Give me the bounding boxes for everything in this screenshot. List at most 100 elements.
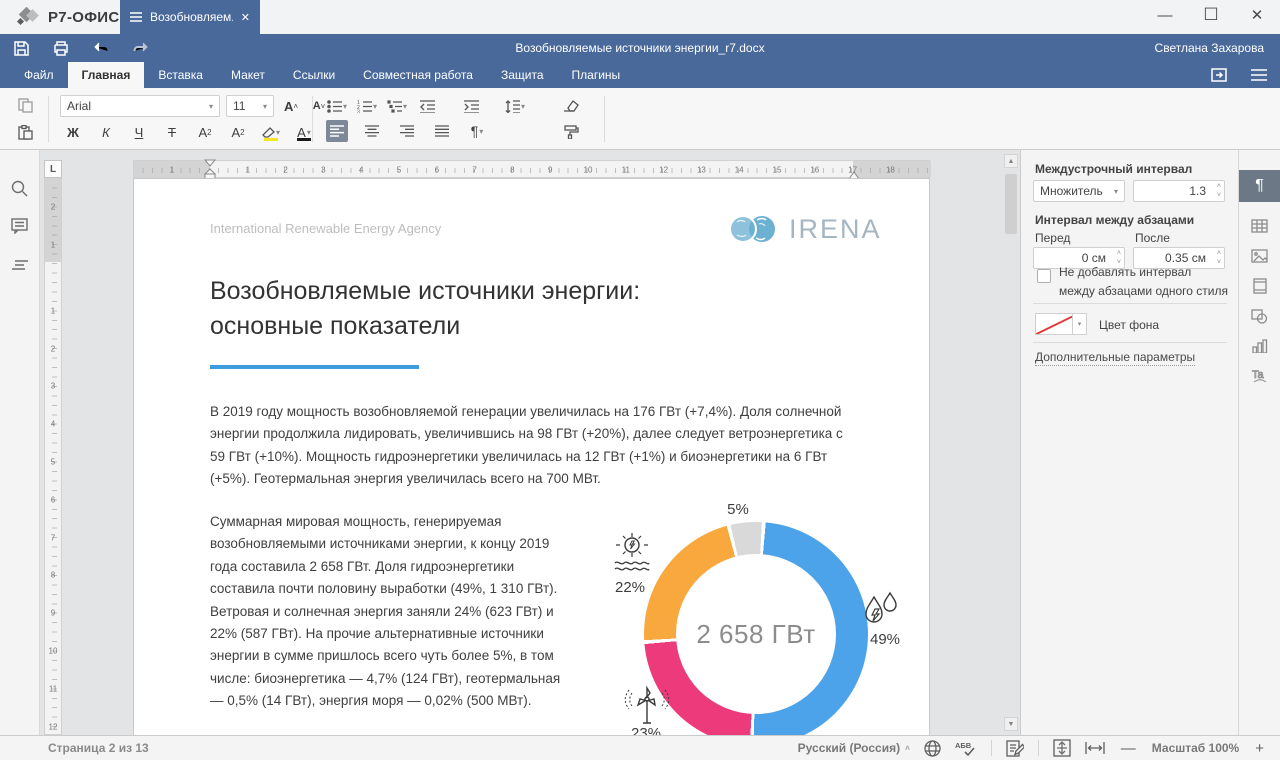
- zoom-level[interactable]: Масштаб 100%: [1152, 741, 1239, 755]
- h-ruler[interactable]: 1123456789101112131415161718: [133, 160, 930, 178]
- underline-button[interactable]: Ч: [128, 121, 150, 143]
- app-name: Р7-ОФИС: [48, 9, 120, 26]
- ruler-number: 11: [621, 166, 631, 175]
- doc-header-text[interactable]: International Renewable Energy Agency: [210, 221, 441, 236]
- ruler-number: 2: [51, 203, 55, 212]
- menu-tab-insert[interactable]: Вставка: [144, 62, 217, 88]
- view-settings-icon[interactable]: [1250, 66, 1268, 84]
- align-right-button[interactable]: [396, 120, 418, 142]
- bullet-list-button[interactable]: ▾: [326, 95, 348, 117]
- ruler-number: 11: [49, 684, 57, 693]
- bold-button[interactable]: Ж: [62, 121, 84, 143]
- bg-color-swatch[interactable]: [1035, 313, 1073, 335]
- page-indicator[interactable]: Страница 2 из 13: [48, 741, 149, 755]
- increase-font-icon[interactable]: A˄: [280, 95, 302, 117]
- document-viewport[interactable]: L 1123456789101112131415161718 211234567…: [40, 150, 1020, 735]
- comments-icon[interactable]: [5, 212, 35, 240]
- menu-tab-references[interactable]: Ссылки: [279, 62, 349, 88]
- save-icon[interactable]: [12, 39, 30, 57]
- chart-center-label: 2 658 ГВт: [696, 619, 815, 650]
- paragraph-2[interactable]: Суммарная мировая мощность, генерируемая…: [210, 511, 566, 713]
- open-file-location-icon[interactable]: [1210, 66, 1228, 84]
- justify-button[interactable]: [431, 120, 453, 142]
- maximize-button[interactable]: ☐: [1188, 0, 1234, 30]
- menu-tab-home[interactable]: Главная: [68, 62, 145, 88]
- document-page[interactable]: International Renewable Energy Agency IR…: [133, 178, 930, 735]
- scroll-thumb[interactable]: [1005, 174, 1017, 234]
- ruler-number: 2: [51, 344, 55, 353]
- doc-heading[interactable]: Возобновляемые источники энергии: основн…: [210, 274, 640, 344]
- tab-menu-icon: [130, 12, 142, 22]
- font-size-select[interactable]: 11 ▾: [226, 95, 274, 117]
- print-icon[interactable]: [52, 39, 70, 57]
- font-size-value: 11: [233, 99, 245, 113]
- line-spacing-type-select[interactable]: Множитель▾: [1033, 180, 1125, 202]
- tab-stop-selector[interactable]: L: [44, 160, 62, 178]
- fit-page-icon[interactable]: [1053, 739, 1071, 757]
- strikethrough-button[interactable]: Т: [161, 121, 183, 143]
- status-bar: Страница 2 из 13 Русский (Россия)˄ АБВ —…: [0, 735, 1280, 760]
- clear-style-icon[interactable]: [560, 95, 582, 117]
- line-spacing-button[interactable]: ▾: [504, 95, 526, 117]
- document-language-icon[interactable]: [924, 740, 941, 757]
- superscript-button[interactable]: A2: [194, 121, 216, 143]
- donut-chart[interactable]: 2 658 ГВт: [644, 522, 868, 735]
- menu-tab-protection[interactable]: Защита: [487, 62, 558, 88]
- table-settings-icon[interactable]: [1245, 212, 1275, 240]
- multilevel-list-button[interactable]: ▾: [386, 95, 408, 117]
- align-center-button[interactable]: [361, 120, 383, 142]
- no-spacing-checkbox-label[interactable]: Не добавлять интервал между абзацами одн…: [1059, 263, 1229, 301]
- document-tab[interactable]: Возобновляем... ✕: [120, 0, 260, 34]
- copy-style-icon[interactable]: [560, 121, 582, 143]
- close-button[interactable]: ✕: [1234, 0, 1280, 30]
- align-left-button[interactable]: [326, 120, 348, 142]
- show-paragraph-marks-button[interactable]: ¶▾: [466, 120, 488, 142]
- menu-tab-plugins[interactable]: Плагины: [558, 62, 635, 88]
- navigation-headings-icon[interactable]: [5, 252, 35, 280]
- image-settings-icon[interactable]: [1245, 242, 1275, 270]
- scroll-down-icon[interactable]: ▼: [1004, 717, 1018, 731]
- menu-tab-collaboration[interactable]: Совместная работа: [349, 62, 487, 88]
- ruler-number: 9: [547, 166, 553, 175]
- v-scrollbar[interactable]: ▲ ▼: [1004, 154, 1018, 731]
- ruler-number: 5: [51, 458, 55, 467]
- search-icon[interactable]: [5, 174, 35, 202]
- font-name-select[interactable]: Arial ▾: [60, 95, 220, 117]
- scroll-up-icon[interactable]: ▲: [1004, 154, 1018, 168]
- decrease-indent-button[interactable]: [416, 95, 438, 117]
- no-spacing-checkbox[interactable]: [1037, 269, 1051, 283]
- redo-icon[interactable]: [132, 39, 150, 57]
- ruler-number: 17: [847, 166, 858, 175]
- copy-icon[interactable]: [14, 94, 36, 116]
- highlight-color-button[interactable]: ▾: [260, 121, 282, 143]
- shape-settings-icon[interactable]: [1245, 302, 1275, 330]
- fit-width-icon[interactable]: [1085, 741, 1105, 755]
- line-spacing-value-input[interactable]: 1.3 ˄˅: [1133, 180, 1225, 202]
- bg-color-dropdown-icon[interactable]: ▾: [1073, 313, 1087, 335]
- subscript-button[interactable]: A2: [227, 121, 249, 143]
- paragraph-1[interactable]: В 2019 году мощность возобновляемой гене…: [210, 401, 860, 491]
- paragraph-settings-panel: Междустрочный интервал Множитель▾ 1.3 ˄˅…: [1020, 150, 1238, 735]
- increase-indent-button[interactable]: [460, 95, 482, 117]
- paragraph-settings-icon[interactable]: ¶: [1239, 170, 1280, 202]
- zoom-out-button[interactable]: —: [1119, 740, 1138, 757]
- advanced-settings-link[interactable]: Дополнительные параметры: [1035, 350, 1195, 366]
- tab-close-icon[interactable]: ✕: [241, 11, 250, 24]
- menu-tab-file[interactable]: Файл: [10, 62, 68, 88]
- user-name[interactable]: Светлана Захарова: [1155, 34, 1264, 62]
- text-art-settings-icon[interactable]: Ta: [1245, 362, 1275, 390]
- menu-tab-layout[interactable]: Макет: [217, 62, 279, 88]
- language-select[interactable]: Русский (Россия)˄: [798, 741, 910, 755]
- zoom-in-button[interactable]: +: [1253, 740, 1266, 757]
- undo-icon[interactable]: [92, 39, 110, 57]
- numbered-list-button[interactable]: 123▾: [356, 95, 378, 117]
- italic-button[interactable]: К: [95, 121, 117, 143]
- paste-icon[interactable]: [14, 121, 36, 143]
- tab-title: Возобновляем...: [150, 10, 233, 24]
- spellcheck-icon[interactable]: АБВ: [955, 740, 977, 757]
- header-footer-settings-icon[interactable]: [1245, 272, 1275, 300]
- track-changes-icon[interactable]: [1006, 740, 1024, 757]
- chart-settings-icon[interactable]: [1245, 332, 1275, 360]
- minimize-button[interactable]: —: [1142, 0, 1188, 30]
- v-ruler[interactable]: 21123456789101112: [44, 178, 62, 735]
